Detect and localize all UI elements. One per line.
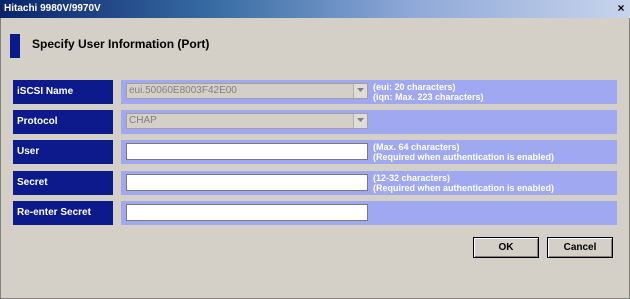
close-button[interactable]: × (614, 1, 628, 15)
secret-label: Secret (13, 171, 113, 195)
protocol-value: CHAP (129, 115, 157, 126)
secret-hint: (12-32 characters) (Required when authent… (373, 173, 554, 193)
user-input[interactable] (126, 143, 368, 160)
iscsi-name-hint: (eui: 20 characters) (iqn: Max. 223 chara… (373, 82, 484, 102)
window-title: Hitachi 9980V/9970V (4, 3, 101, 14)
iscsi-name-hint-line1: (eui: 20 characters) (373, 82, 456, 92)
iscsi-name-hint-line2: (iqn: Max. 223 characters) (373, 92, 484, 102)
iscsi-name-field-area: eui.50060E8003F42E00 (eui: 20 characters… (121, 80, 617, 104)
chevron-down-icon[interactable] (353, 114, 367, 128)
user-field-area: (Max. 64 characters) (Required when authe… (121, 140, 617, 164)
reenter-secret-input[interactable] (126, 204, 368, 221)
protocol-label: Protocol (13, 110, 113, 134)
title-bar: Hitachi 9980V/9970V × (0, 0, 630, 18)
ok-button[interactable]: OK (473, 237, 539, 258)
secret-field-area: (12-32 characters) (Required when authent… (121, 171, 617, 195)
protocol-select[interactable]: CHAP (126, 113, 368, 129)
iscsi-name-value: eui.50060E8003F42E00 (129, 85, 237, 96)
user-hint: (Max. 64 characters) (Required when authe… (373, 142, 554, 162)
user-hint-line1: (Max. 64 characters) (373, 142, 460, 152)
page-heading: Specify User Information (Port) (32, 37, 210, 51)
iscsi-name-label: iSCSI Name (13, 80, 113, 104)
reenter-secret-field-area (121, 201, 617, 225)
reenter-secret-label: Re-enter Secret (13, 201, 113, 225)
user-label: User (13, 140, 113, 164)
secret-hint-line2: (Required when authentication is enabled… (373, 183, 555, 193)
cancel-button[interactable]: Cancel (547, 237, 613, 258)
user-hint-line2: (Required when authentication is enabled… (373, 152, 555, 162)
heading-accent-bar (10, 34, 20, 58)
iscsi-name-select[interactable]: eui.50060E8003F42E00 (126, 83, 368, 99)
secret-input[interactable] (126, 174, 368, 191)
chevron-down-icon[interactable] (353, 84, 367, 98)
secret-hint-line1: (12-32 characters) (373, 173, 451, 183)
protocol-field-area: CHAP (121, 110, 617, 134)
